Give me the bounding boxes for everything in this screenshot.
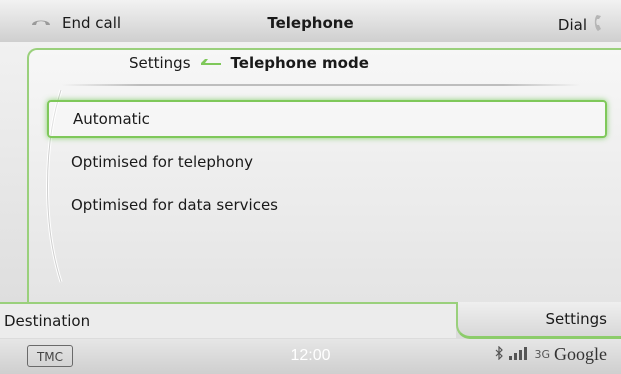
breadcrumb: Settings Telephone mode (129, 54, 369, 72)
option-label: Optimised for telephony (71, 153, 253, 171)
breadcrumb-current: Telephone mode (230, 54, 369, 72)
status-indicators: 3G Google (494, 344, 607, 365)
phone-handset-icon (593, 14, 607, 36)
tab-destination-label: Destination (4, 312, 91, 330)
option-label: Optimised for data services (71, 196, 278, 214)
end-call-label: End call (62, 14, 122, 32)
tab-settings[interactable]: Settings (456, 302, 621, 339)
bluetooth-icon (494, 345, 504, 364)
option-optimised-telephony[interactable]: Optimised for telephony (47, 143, 607, 181)
option-label: Automatic (73, 110, 150, 128)
header-divider (61, 84, 581, 86)
option-automatic[interactable]: Automatic (47, 100, 607, 138)
dial-label: Dial (557, 16, 587, 34)
signal-strength-icon (508, 345, 530, 364)
telephone-mode-list: Automatic Optimised for telephony Optimi… (47, 100, 607, 229)
handset-hangup-icon (30, 14, 52, 32)
status-bar: TMC 12:00 3G Google (0, 339, 621, 374)
tab-settings-label: Settings (545, 310, 607, 328)
telephone-screen: End call Telephone Dial Settings Telepho… (0, 0, 621, 374)
dial-button[interactable]: Dial (558, 14, 607, 36)
tab-destination[interactable]: Destination (0, 302, 456, 338)
breadcrumb-parent[interactable]: Settings (129, 54, 191, 72)
settings-panel: Settings Telephone mode Automatic Optimi… (27, 48, 621, 304)
google-label: Google (554, 344, 607, 364)
end-call-button[interactable]: End call (30, 14, 121, 32)
back-arrow-icon (199, 54, 223, 72)
top-bar: End call Telephone Dial (0, 0, 621, 42)
option-optimised-data-services[interactable]: Optimised for data services (47, 186, 607, 224)
network-type: 3G (534, 348, 550, 361)
